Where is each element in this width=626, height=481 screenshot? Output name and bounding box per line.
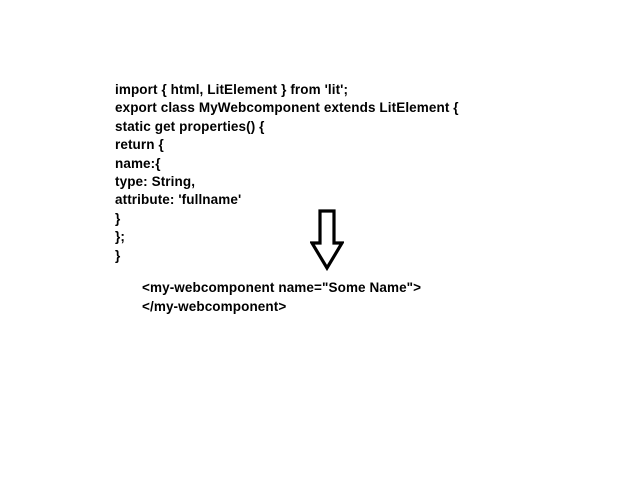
component-usage-snippet: <my-webcomponent name="Some Name"> </my-… [142,279,421,316]
usage-line-close-tag: </my-webcomponent> [142,298,287,314]
code-line-close-name: } [115,210,121,226]
code-line-return: return { [115,137,164,153]
code-line-close-getter: } [115,247,121,263]
code-line-attribute: attribute: 'fullname' [115,192,242,208]
usage-line-open-tag: <my-webcomponent name="Some Name"> [142,280,422,295]
code-line-type: type: String, [115,173,196,189]
code-line-import: import { html, LitElement } from 'lit'; [115,82,349,97]
code-line-properties-getter: static get properties() { [115,118,265,134]
code-line-close-return: }; [115,229,125,245]
code-line-name-property: name:{ [115,155,161,171]
down-arrow-icon [310,209,344,271]
code-line-class-declaration: export class MyWebcomponent extends LitE… [115,100,459,116]
code-snippet: import { html, LitElement } from 'lit'; … [115,81,459,265]
